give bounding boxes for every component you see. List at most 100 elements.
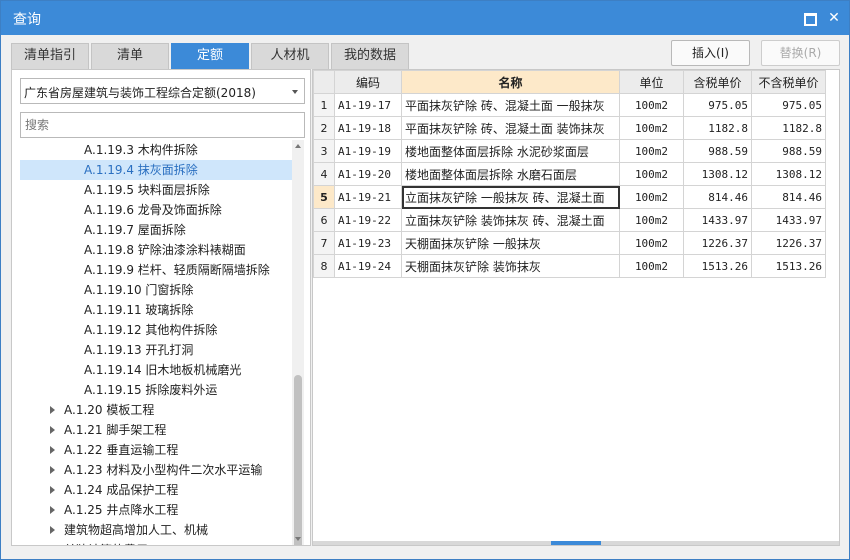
row-number[interactable]: 8	[313, 254, 335, 278]
column-header-price-tax[interactable]: 含税单价	[683, 70, 752, 94]
cell-price-notax[interactable]: 1513.26	[751, 254, 826, 278]
cell-price-notax[interactable]: 988.59	[751, 139, 826, 163]
cell-price-notax[interactable]: 1433.97	[751, 208, 826, 232]
cell-unit[interactable]: 100m2	[619, 231, 684, 255]
cell-code[interactable]: A1-19-21	[334, 185, 402, 209]
expand-caret-icon[interactable]	[50, 486, 55, 494]
insert-button[interactable]: 插入(I)	[671, 40, 750, 66]
cell-code[interactable]: A1-19-22	[334, 208, 402, 232]
cell-unit[interactable]: 100m2	[619, 116, 684, 140]
expand-caret-icon[interactable]	[50, 406, 55, 414]
row-number[interactable]: 5	[313, 185, 335, 209]
cell-name[interactable]: 平面抹灰铲除 砖、混凝土面 装饰抹灰	[401, 116, 620, 140]
tree-item[interactable]: A.1.19.7 屋面拆除	[20, 220, 292, 240]
row-number[interactable]: 2	[313, 116, 335, 140]
table-row[interactable]: 4 A1-19-20 楼地面整体面层拆除 水磨石面层 100m2 1308.12 1308…	[313, 162, 826, 186]
cell-price-tax[interactable]: 1433.97	[683, 208, 752, 232]
expand-caret-icon[interactable]	[50, 526, 55, 534]
cell-price-tax[interactable]: 814.46	[683, 185, 752, 209]
expand-caret-icon[interactable]	[50, 466, 55, 474]
scrollbar-thumb[interactable]	[294, 375, 302, 545]
cell-code[interactable]: A1-19-17	[334, 93, 402, 117]
cell-price-notax[interactable]: 1226.37	[751, 231, 826, 255]
cell-code[interactable]: A1-19-20	[334, 162, 402, 186]
cell-code[interactable]: A1-19-19	[334, 139, 402, 163]
column-header-code[interactable]: 编码	[334, 70, 402, 94]
table-row[interactable]: 7 A1-19-23 天棚面抹灰铲除 一般抹灰 100m2 1226.37 1226.37	[313, 231, 826, 255]
cell-price-tax[interactable]: 988.59	[683, 139, 752, 163]
tab-materials[interactable]: 人材机	[251, 43, 329, 69]
cell-code[interactable]: A1-19-24	[334, 254, 402, 278]
tree-item[interactable]: A.1.19.10 门窗拆除	[20, 280, 292, 300]
tree-item[interactable]: A.1.19.12 其他构件拆除	[20, 320, 292, 340]
cell-price-notax[interactable]: 975.05	[751, 93, 826, 117]
cell-code[interactable]: A1-19-18	[334, 116, 402, 140]
table-row[interactable]: 1 A1-19-17 平面抹灰铲除 砖、混凝土面 一般抹灰 100m2 975.05 97…	[313, 93, 826, 117]
library-dropdown[interactable]: 广东省房屋建筑与装饰工程综合定额(2018)	[20, 78, 305, 104]
cell-unit[interactable]: 100m2	[619, 185, 684, 209]
tab-list-guide[interactable]: 清单指引	[11, 43, 89, 69]
tree-item[interactable]: A.1.19.11 玻璃拆除	[20, 300, 292, 320]
column-header-unit[interactable]: 单位	[619, 70, 684, 94]
row-number[interactable]: 7	[313, 231, 335, 255]
tree-item[interactable]: A.1.23 材料及小型构件二次水平运输	[20, 460, 292, 480]
tree-item[interactable]: 建筑物超高增加人工、机械	[20, 520, 292, 540]
scroll-down-icon[interactable]	[295, 537, 301, 541]
cell-price-tax[interactable]: 975.05	[683, 93, 752, 117]
tree-scrollbar[interactable]	[292, 140, 304, 545]
tree-item[interactable]: A.1.19.15 拆除废料外运	[20, 380, 292, 400]
tab-quota[interactable]: 定额	[171, 43, 249, 69]
tab-list[interactable]: 清单	[91, 43, 169, 69]
close-icon[interactable]: ✕	[826, 10, 842, 26]
row-number[interactable]: 6	[313, 208, 335, 232]
table-row[interactable]: 2 A1-19-18 平面抹灰铲除 砖、混凝土面 装饰抹灰 100m2 1182.8 11…	[313, 116, 826, 140]
tab-my-data[interactable]: 我的数据	[331, 43, 409, 69]
cell-name[interactable]: 立面抹灰铲除 一般抹灰 砖、混凝土面	[401, 185, 620, 209]
tree-item[interactable]: A.1.20 模板工程	[20, 400, 292, 420]
maximize-icon[interactable]	[801, 10, 817, 26]
scrollbar-grip[interactable]	[551, 541, 601, 545]
cell-name[interactable]: 楼地面整体面层拆除 水泥砂浆面层	[401, 139, 620, 163]
tree-item[interactable]: A.1.19.6 龙骨及饰面拆除	[20, 200, 292, 220]
cell-code[interactable]: A1-19-23	[334, 231, 402, 255]
cell-unit[interactable]: 100m2	[619, 139, 684, 163]
expand-caret-icon[interactable]	[50, 446, 55, 454]
cell-unit[interactable]: 100m2	[619, 254, 684, 278]
row-number[interactable]: 3	[313, 139, 335, 163]
cell-unit[interactable]: 100m2	[619, 208, 684, 232]
column-header-price-notax[interactable]: 不含税单价	[751, 70, 826, 94]
tree-item[interactable]: A.1.25 井点降水工程	[20, 500, 292, 520]
tree-item[interactable]: A.1.22 垂直运输工程	[20, 440, 292, 460]
table-row[interactable]: 5 A1-19-21 立面抹灰铲除 一般抹灰 砖、混凝土面 100m2 814.46 81…	[313, 185, 826, 209]
cell-name[interactable]: 楼地面整体面层拆除 水磨石面层	[401, 162, 620, 186]
cell-price-notax[interactable]: 1182.8	[751, 116, 826, 140]
tree-item[interactable]: A.1.19.4 抹灰面拆除	[20, 160, 292, 180]
search-input[interactable]	[20, 112, 305, 138]
tree-item[interactable]: A.1.21 脚手架工程	[20, 420, 292, 440]
title-bar[interactable]: 查询 ✕	[1, 1, 849, 35]
column-header-name[interactable]: 名称	[401, 70, 620, 94]
tree-item[interactable]: 单独计算的费用	[20, 540, 292, 545]
table-row[interactable]: 6 A1-19-22 立面抹灰铲除 装饰抹灰 砖、混凝土面 100m2 1433.97 1…	[313, 208, 826, 232]
tree-item[interactable]: A.1.19.9 栏杆、轻质隔断隔墙拆除	[20, 260, 292, 280]
table-row[interactable]: 3 A1-19-19 楼地面整体面层拆除 水泥砂浆面层 100m2 988.59 988.…	[313, 139, 826, 163]
cell-price-tax[interactable]: 1182.8	[683, 116, 752, 140]
expand-caret-icon[interactable]	[50, 506, 55, 514]
tree-item[interactable]: A.1.19.8 铲除油漆涂料裱糊面	[20, 240, 292, 260]
cell-name[interactable]: 立面抹灰铲除 装饰抹灰 砖、混凝土面	[401, 208, 620, 232]
row-number[interactable]: 1	[313, 93, 335, 117]
tree-item[interactable]: A.1.19.14 旧木地板机械磨光	[20, 360, 292, 380]
cell-price-tax[interactable]: 1226.37	[683, 231, 752, 255]
cell-unit[interactable]: 100m2	[619, 162, 684, 186]
cell-price-tax[interactable]: 1308.12	[683, 162, 752, 186]
scroll-up-icon[interactable]	[295, 144, 301, 148]
tree-item[interactable]: A.1.19.13 开孔打洞	[20, 340, 292, 360]
tree-item[interactable]: A.1.19.3 木构件拆除	[20, 140, 292, 160]
cell-price-notax[interactable]: 1308.12	[751, 162, 826, 186]
horizontal-scrollbar[interactable]	[313, 541, 839, 545]
tree-item[interactable]: A.1.24 成品保护工程	[20, 480, 292, 500]
expand-caret-icon[interactable]	[50, 426, 55, 434]
replace-button[interactable]: 替换(R)	[761, 40, 840, 66]
cell-price-tax[interactable]: 1513.26	[683, 254, 752, 278]
row-number[interactable]: 4	[313, 162, 335, 186]
